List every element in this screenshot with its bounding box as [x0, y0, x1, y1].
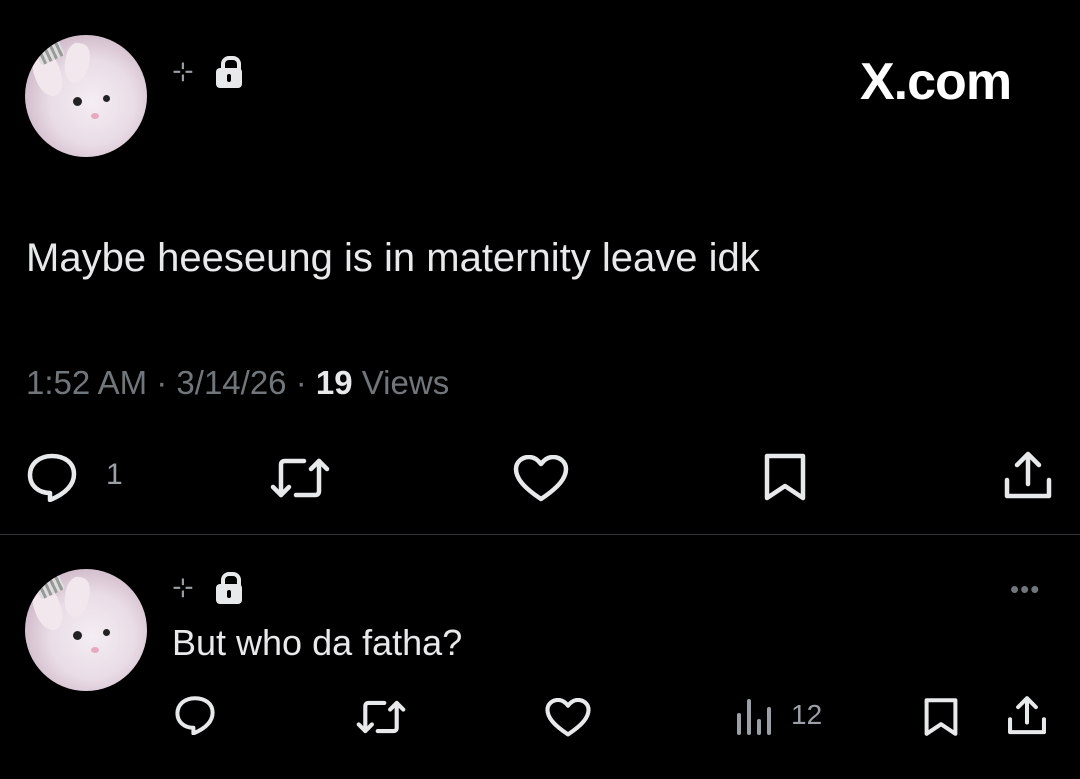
reply-text: But who da fatha?: [172, 622, 463, 663]
bookmark-icon: [764, 453, 806, 501]
separator: ·: [295, 364, 307, 401]
reply-reply-button[interactable]: [174, 695, 216, 735]
brand-watermark: X.com: [860, 53, 1012, 111]
retweet-icon: [270, 458, 330, 498]
views-count: 12: [791, 699, 823, 730]
sparkle-icon: ⊹: [172, 56, 194, 86]
reply-bookmark-button[interactable]: [922, 697, 960, 737]
views-icon: [737, 699, 771, 735]
like-button[interactable]: [513, 455, 569, 503]
avatar[interactable]: [25, 35, 147, 157]
reply-share-button[interactable]: [1006, 695, 1048, 737]
retweet-icon: [356, 700, 406, 734]
reply-avatar[interactable]: [25, 569, 147, 691]
more-options-button[interactable]: •••: [1010, 574, 1040, 605]
share-button[interactable]: [1002, 450, 1054, 502]
reply-retweet-button[interactable]: [356, 698, 406, 736]
share-icon: [1004, 451, 1052, 499]
reply-count: 1: [106, 458, 123, 491]
tweet-time[interactable]: 1:52 AM: [26, 364, 147, 401]
lock-icon: [216, 572, 242, 604]
reply-icon: [175, 696, 215, 735]
sparkle-icon: ⊹: [172, 572, 194, 602]
bookmark-icon: [924, 698, 958, 736]
reply-icon: [27, 453, 77, 502]
bookmark-button[interactable]: [762, 452, 808, 502]
reply-views-button[interactable]: 12: [735, 697, 835, 737]
divider: [0, 534, 1080, 535]
separator: ·: [156, 364, 168, 401]
share-icon: [1008, 696, 1046, 735]
lock-icon: [216, 56, 242, 88]
tweet-date[interactable]: 3/14/26: [176, 364, 286, 401]
tweet-meta: 1:52 AM · 3/14/26 · 19 Views: [26, 364, 449, 402]
tweet-text: Maybe heeseung is in maternity leave idk: [26, 236, 760, 280]
heart-icon: [513, 455, 569, 502]
views-count: 19: [315, 364, 353, 401]
views-label: Views: [361, 364, 450, 401]
heart-icon: [545, 698, 591, 737]
reply-button[interactable]: 1: [26, 452, 126, 502]
retweet-button[interactable]: [270, 455, 330, 501]
reply-like-button[interactable]: [545, 698, 591, 738]
